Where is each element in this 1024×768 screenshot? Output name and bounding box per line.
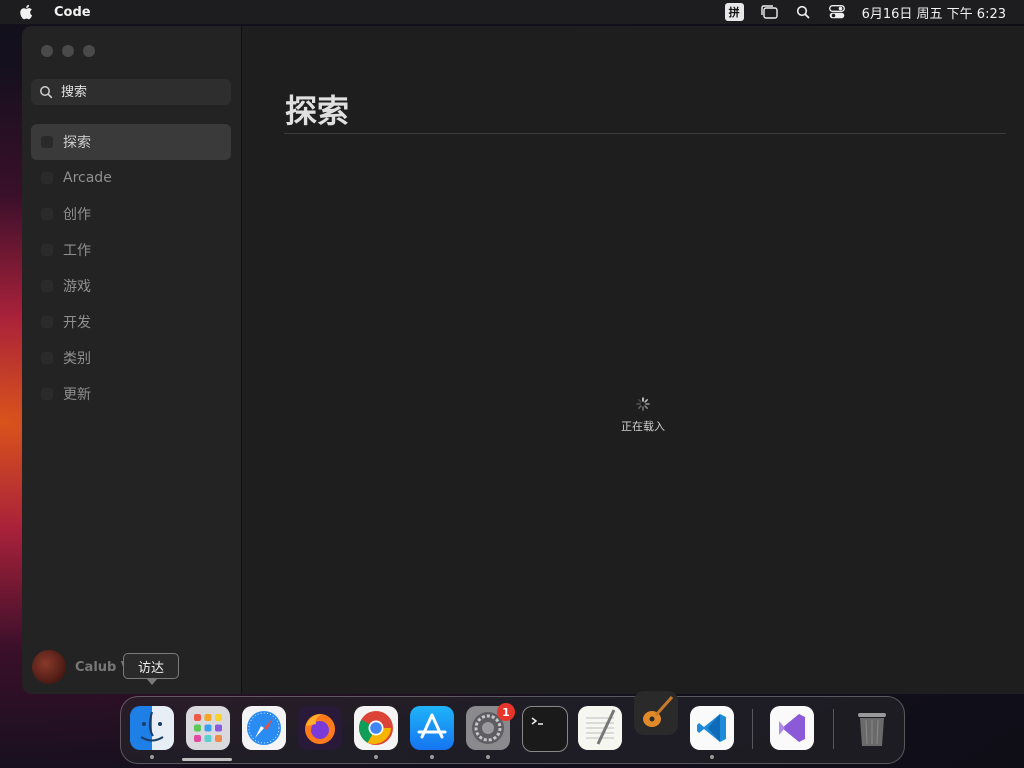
chrome-icon[interactable] [354,706,398,750]
menubar-clock[interactable]: 6月16日 周五 下午 6:23 [862,3,1006,22]
sidebar: 探索 Arcade 创作 工作 游戏 开发 类别 更新 Calub V [22,26,242,694]
sidebar-item-develop[interactable]: 开发 [31,304,231,340]
sidebar-item-create[interactable]: 创作 [31,196,231,232]
menu-bar: Code 拼 6月16日 周五 下午 6:23 [0,0,1024,24]
main-content: 探索 正在载入 [242,26,1024,694]
sidebar-search[interactable] [31,79,231,105]
create-icon [41,208,53,220]
sidebar-item-categories[interactable]: 类别 [31,340,231,376]
sidebar-item-updates[interactable]: 更新 [31,376,231,412]
spotlight-search-icon[interactable] [794,4,812,20]
finder-icon[interactable] [130,706,174,750]
spinner-icon [636,396,650,411]
app-store-icon[interactable] [410,706,454,750]
minimize-button[interactable] [62,45,74,57]
sidebar-item-label: 游戏 [63,279,91,295]
sidebar-item-work[interactable]: 工作 [31,232,231,268]
close-button[interactable] [41,45,53,57]
page-title: 探索 [285,92,350,130]
work-icon [41,244,53,256]
sidebar-item-label: 探索 [63,135,91,151]
loading-indicator: 正在载入 [621,396,665,434]
vscode-running-dot [710,755,714,759]
sidebar-item-arcade[interactable]: Arcade [31,160,231,196]
zoom-button[interactable] [83,45,95,57]
terminal-icon[interactable] [522,706,568,752]
sidebar-item-label: 类别 [63,351,91,367]
sidebar-item-label: Arcade [63,170,112,186]
garageband-icon[interactable] [634,691,678,735]
develop-icon [41,316,53,328]
dock-separator [833,709,834,749]
chrome-running-dot [374,755,378,759]
visual-studio-icon[interactable] [770,706,814,750]
avatar [32,650,66,684]
firefox-icon[interactable] [298,706,342,750]
sidebar-item-label: 更新 [63,387,91,403]
trash-icon[interactable] [850,706,894,750]
control-center-icon[interactable] [828,4,846,20]
updates-icon [41,388,53,400]
stage-manager-icon[interactable] [760,4,778,20]
sidebar-item-play[interactable]: 游戏 [31,268,231,304]
title-divider [284,133,1006,134]
safari-icon[interactable] [242,706,286,750]
app-store-window: 探索 Arcade 创作 工作 游戏 开发 类别 更新 Calub V 探索 [22,26,1024,694]
search-input[interactable] [59,83,223,101]
app-name-menu[interactable]: Code [54,5,91,20]
sidebar-nav: 探索 Arcade 创作 工作 游戏 开发 类别 更新 [31,124,231,412]
dock-separator [752,709,753,749]
discover-icon [41,136,53,148]
search-icon [39,85,53,99]
vscode-icon[interactable] [690,706,734,750]
textedit-icon[interactable] [578,706,622,750]
window-controls [41,45,95,57]
launchpad-progress-indicator [182,758,232,761]
apple-menu-icon[interactable] [18,4,34,20]
finder-running-dot [150,755,154,759]
launchpad-icon[interactable] [186,706,230,750]
app-store-running-dot [430,755,434,759]
dock-tooltip: 访达 [123,653,179,685]
account-button[interactable]: Calub V [32,650,131,684]
notification-badge: 1 [497,703,515,721]
sidebar-item-label: 开发 [63,315,91,331]
categories-icon [41,352,53,364]
sidebar-item-label: 工作 [63,243,91,259]
loading-text: 正在载入 [621,420,665,433]
arcade-icon [41,172,53,184]
system-settings-running-dot [486,755,490,759]
play-icon [41,280,53,292]
sidebar-item-discover[interactable]: 探索 [31,124,231,160]
input-method-indicator[interactable]: 拼 [724,3,744,21]
sidebar-item-label: 创作 [63,207,91,223]
